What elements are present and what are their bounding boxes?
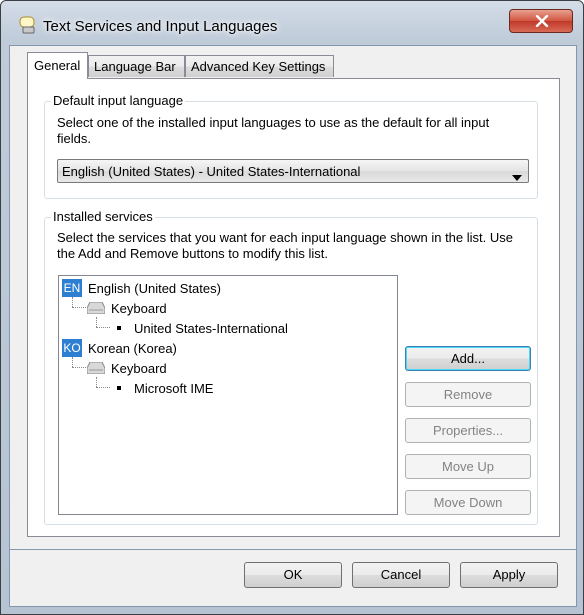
- tree-bullet: [117, 386, 121, 390]
- tree-connector: [96, 377, 97, 387]
- language-badge: KO: [62, 339, 82, 357]
- default-input-description: Select one of the installed input langua…: [57, 115, 490, 146]
- tree-connector: [72, 297, 73, 307]
- dropdown-arrow-icon: [512, 169, 522, 184]
- default-language-select[interactable]: English (United States) - United States-…: [57, 159, 529, 183]
- tab-label: Language Bar: [94, 59, 176, 74]
- keyboard-icon: [86, 301, 106, 317]
- tree-bullet: [117, 326, 121, 330]
- tree-connector: [72, 367, 86, 368]
- tab-general[interactable]: General: [27, 52, 88, 79]
- tab-label: General: [34, 58, 81, 73]
- properties-button[interactable]: Properties...: [405, 418, 531, 443]
- tree-layout-us-international[interactable]: United States-International: [108, 319, 308, 337]
- tree-connector: [72, 357, 73, 367]
- apply-button[interactable]: Apply: [460, 562, 558, 588]
- move-down-button[interactable]: Move Down: [405, 490, 531, 515]
- tree-language-label: English (United States): [88, 281, 221, 296]
- installed-services-description: Select the services that you want for ea…: [57, 230, 513, 261]
- tab-label: Advanced Key Settings: [191, 59, 326, 74]
- tree-language-label: Korean (Korea): [88, 341, 177, 356]
- move-up-button[interactable]: Move Up: [405, 454, 531, 479]
- close-button[interactable]: [509, 9, 573, 33]
- ok-button[interactable]: OK: [244, 562, 342, 588]
- dialog-footer: OK Cancel Apply: [9, 550, 577, 607]
- tree-layout-label: Microsoft IME: [134, 381, 214, 396]
- keyboard-icon: [86, 361, 106, 377]
- installed-services-legend: Installed services: [51, 209, 155, 224]
- language-badge: EN: [62, 279, 82, 297]
- default-language-value: English (United States) - United States-…: [62, 164, 361, 179]
- close-icon: [535, 15, 549, 27]
- window-title: Text Services and Input Languages: [43, 18, 278, 35]
- tree-layout-label: United States-International: [134, 321, 288, 336]
- tree-category-label: Keyboard: [111, 301, 167, 316]
- tree-category-label: Keyboard: [111, 361, 167, 376]
- tree-connector: [72, 307, 86, 308]
- tree-layout-microsoft-ime[interactable]: Microsoft IME: [108, 379, 308, 397]
- tab-language-bar[interactable]: Language Bar: [88, 55, 185, 77]
- add-button[interactable]: Add...: [405, 346, 531, 371]
- tree-language-english[interactable]: EN English (United States): [62, 279, 302, 297]
- tree-category-keyboard[interactable]: Keyboard: [85, 299, 225, 317]
- installed-services-group: Installed services Select the services t…: [44, 209, 538, 525]
- default-input-language-legend: Default input language: [51, 93, 186, 108]
- default-input-language-group: Default input language Select one of the…: [44, 93, 538, 199]
- dialog-window: Text Services and Input Languages Genera…: [0, 0, 584, 615]
- tree-language-korean[interactable]: KO Korean (Korea): [62, 339, 302, 357]
- tree-connector: [96, 317, 97, 327]
- title-bar[interactable]: Text Services and Input Languages: [1, 1, 583, 45]
- tree-category-keyboard[interactable]: Keyboard: [85, 359, 225, 377]
- tab-advanced-key-settings[interactable]: Advanced Key Settings: [185, 55, 334, 77]
- cancel-button[interactable]: Cancel: [352, 562, 450, 588]
- text-services-icon: [19, 16, 37, 34]
- installed-services-tree[interactable]: EN English (United States) Keyboard Unit…: [58, 275, 398, 515]
- remove-button[interactable]: Remove: [405, 382, 531, 407]
- dialog-content: General Language Bar Advanced Key Settin…: [9, 45, 577, 550]
- general-tab-panel: Default input language Select one of the…: [27, 78, 560, 537]
